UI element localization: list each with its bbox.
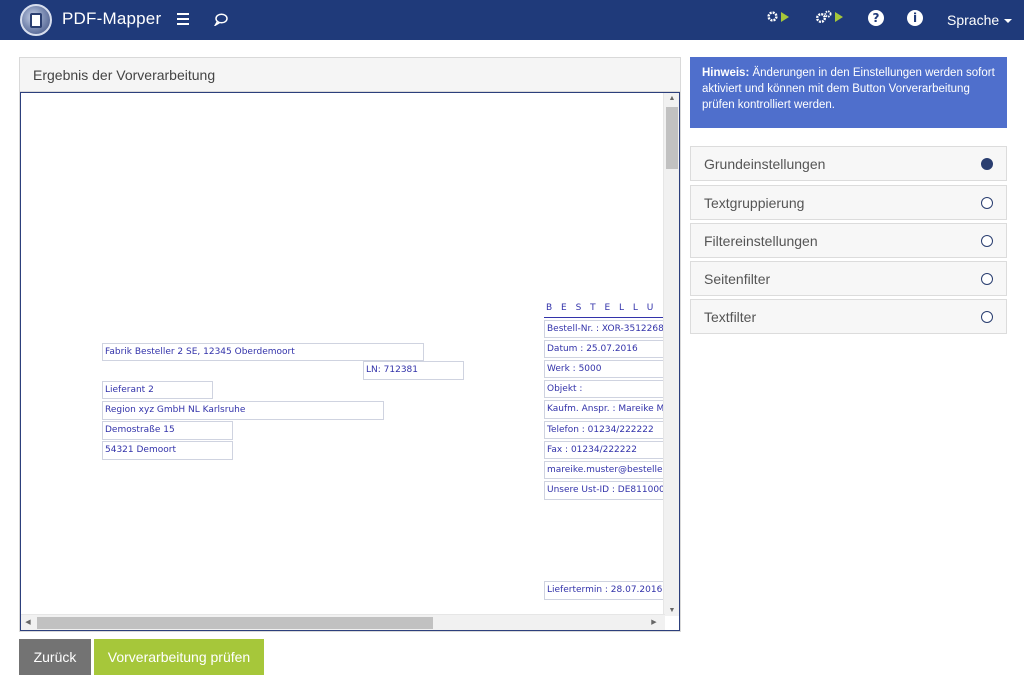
text-block-email[interactable]: mareike.muster@besteller-2. (544, 461, 674, 479)
panel-title: Ergebnis der Vorverarbeitung (20, 58, 680, 92)
scroll-right-icon[interactable]: ▶ (647, 618, 661, 626)
caret-down-icon (1004, 19, 1013, 24)
radio-empty-icon[interactable] (981, 311, 993, 323)
settings-item-filtereinstellungen[interactable]: Filtereinstellungen (690, 223, 1007, 258)
settings-item-textfilter[interactable]: Textfilter (690, 299, 1007, 334)
horizontal-scrollbar[interactable]: ◀ ▶ (21, 614, 665, 630)
scroll-down-icon[interactable]: ▼ (664, 607, 679, 614)
text-block-datum[interactable]: Datum : 25.07.2016 (544, 340, 674, 358)
menu-icon[interactable] (177, 10, 189, 28)
vertical-scroll-thumb[interactable] (666, 107, 678, 169)
settings-item-label: Filtereinstellungen (704, 233, 818, 249)
language-dropdown[interactable]: Sprache (947, 12, 1013, 28)
radio-selected-icon[interactable] (981, 158, 993, 170)
text-block-telefon[interactable]: Telefon : 01234/222222 (544, 421, 674, 439)
top-navbar: PDF-Mapper ? i Sprache (0, 0, 1024, 40)
text-block-objekt[interactable]: Objekt : (544, 380, 674, 398)
settings-item-seitenfilter[interactable]: Seitenfilter (690, 261, 1007, 296)
hint-box: Hinweis: Änderungen in den Einstellungen… (690, 57, 1007, 128)
text-block-bestellung[interactable]: B E S T E L L U N G (544, 300, 674, 318)
gear-play-icon[interactable] (766, 10, 789, 23)
pdf-preview[interactable]: B E S T E L L U N G Bestell-Nr. : XOR-35… (20, 92, 680, 631)
radio-empty-icon[interactable] (981, 197, 993, 209)
scroll-left-icon[interactable]: ◀ (21, 618, 35, 626)
text-block-werk[interactable]: Werk : 5000 (544, 360, 674, 378)
text-block-region[interactable]: Region xyz GmbH NL Karlsruhe (102, 401, 384, 420)
document-icon (30, 13, 42, 28)
text-block-liefertermin[interactable]: Liefertermin : 28.07.2016 (544, 581, 674, 600)
check-preprocessing-button[interactable]: Vorverarbeitung prüfen (94, 639, 264, 675)
back-button[interactable]: Zurück (19, 639, 91, 675)
scroll-up-icon[interactable]: ▲ (664, 95, 679, 102)
preprocessing-result-panel: Ergebnis der Vorverarbeitung B E S T E L… (19, 57, 681, 632)
text-block-sender[interactable]: Fabrik Besteller 2 SE, 12345 Oberdemoort (102, 343, 424, 361)
text-block-ust[interactable]: Unsere Ust-ID : DE81100000C (544, 481, 674, 500)
radio-empty-icon[interactable] (981, 235, 993, 247)
radio-empty-icon[interactable] (981, 273, 993, 285)
hint-label: Hinweis: (702, 67, 750, 79)
text-block-fax[interactable]: Fax : 01234/222222 (544, 441, 674, 459)
horizontal-scroll-thumb[interactable] (37, 617, 433, 629)
text-block-strasse[interactable]: Demostraße 15 (102, 421, 233, 440)
help-icon[interactable]: ? (868, 10, 884, 26)
settings-item-label: Seitenfilter (704, 271, 771, 287)
text-block-ort[interactable]: 54321 Demoort (102, 441, 233, 460)
app-logo[interactable] (20, 4, 52, 36)
settings-item-label: Textfilter (704, 309, 757, 325)
settings-item-label: Textgruppierung (704, 195, 805, 211)
language-label: Sprache (947, 12, 1000, 28)
vertical-scrollbar[interactable]: ▲ ▼ (663, 93, 679, 616)
app-title[interactable]: PDF-Mapper (62, 9, 161, 29)
info-icon[interactable]: i (907, 10, 923, 26)
text-block-bestell-nr[interactable]: Bestell-Nr. : XOR-35122686 (544, 320, 674, 338)
settings-item-grundeinstellungen[interactable]: Grundeinstellungen (690, 146, 1007, 181)
text-block-kaufm[interactable]: Kaufm. Anspr. : Mareike Mus (544, 400, 674, 419)
text-block-ln[interactable]: LN: 712381 (363, 361, 464, 380)
settings-item-label: Grundeinstellungen (704, 156, 826, 172)
chat-bubble-icon[interactable] (213, 12, 228, 32)
text-block-lieferant[interactable]: Lieferant 2 (102, 381, 213, 399)
gears-play-icon[interactable] (815, 10, 843, 24)
settings-item-textgruppierung[interactable]: Textgruppierung (690, 185, 1007, 220)
